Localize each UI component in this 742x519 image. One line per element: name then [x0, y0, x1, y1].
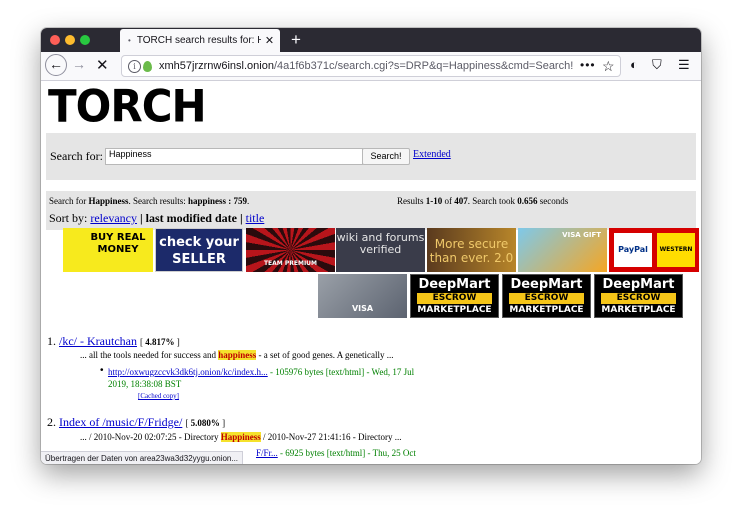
browser-window: • TORCH search results for: Happ ✕ + ← →… [41, 28, 701, 464]
window-maximize-button[interactable] [80, 35, 90, 45]
deepmart-escrow: ESCROW [509, 293, 584, 304]
sort-by: Sort by: relevancy | last modified date … [49, 211, 265, 225]
status-bar: Übertragen der Daten von area23wa3d32yyg… [41, 451, 244, 464]
ad-deepmart-2[interactable]: DeepMart ESCROW MARKETPLACE [502, 274, 591, 318]
result-date-1: 2019, 18:38:08 BST [108, 379, 182, 389]
western-union-logo: WESTERN UNION [657, 233, 695, 267]
tab-active[interactable]: • TORCH search results for: Happ ✕ [120, 29, 280, 52]
search-button[interactable]: Search! [362, 148, 410, 165]
result-title-2: 2. Index of /music/F/Fridge/ [ 5.080% ] [47, 415, 226, 429]
sort-title-link[interactable]: title [246, 211, 265, 225]
ad-team-premium[interactable]: TEAM PREMIUM [246, 228, 335, 272]
ad-check-seller[interactable]: check your SELLER [155, 228, 243, 272]
page-content: TORCH Search for: Happiness Search! Exte… [41, 81, 701, 464]
forward-button[interactable]: → [72, 56, 86, 72]
page-actions-icon[interactable]: ••• [580, 58, 596, 72]
deepmart-escrow: ESCROW [601, 293, 676, 304]
cached-copy-link[interactable]: [Cached copy] [138, 392, 179, 400]
tab-favicon-icon: • [128, 36, 131, 45]
result-url-2: F/Fr... - 6925 bytes [text/html] - Thu, … [256, 448, 416, 458]
shield-icon[interactable]: ⛉ [652, 57, 662, 73]
onion-icon [143, 61, 152, 72]
url-text[interactable]: xmh57jrzrnw6insl.onion/4a1f6b371c/search… [159, 60, 573, 72]
tab-close-icon[interactable]: ✕ [265, 34, 274, 47]
url-path: /4a1f6b371c/search.cgi?s=DRP&q=Happiness… [273, 60, 574, 72]
deepmart-marketplace: MARKETPLACE [417, 305, 492, 315]
result-link-1[interactable]: /kc/ - Krautchan [59, 334, 137, 348]
tor-onion-icon[interactable]: ◐ [630, 57, 638, 72]
result-snippet-1: ... all the tools needed for success and… [80, 350, 394, 360]
ad-deepmart-3[interactable]: DeepMart ESCROW MARKETPLACE [594, 274, 683, 318]
deepmart-title: DeepMart [602, 277, 675, 292]
back-button[interactable]: ← [45, 54, 67, 76]
result-link-2[interactable]: Index of /music/F/Fridge/ [59, 415, 182, 429]
nav-toolbar: ← → ✕ i xmh57jrzrnw6insl.onion/4a1f6b371… [41, 52, 701, 81]
stop-button[interactable]: ✕ [96, 56, 109, 74]
deepmart-marketplace: MARKETPLACE [509, 305, 584, 315]
results-range: Results 1-10 of 407. Search took 0.656 s… [397, 196, 569, 206]
window-minimize-button[interactable] [65, 35, 75, 45]
result-url-1: http://oxwugzccvk3dk6tj.onion/kc/index.h… [108, 367, 415, 377]
new-tab-button[interactable]: + [291, 30, 301, 50]
ad-paypal-wu[interactable]: PayPal WESTERN UNION [609, 228, 699, 272]
extended-search-link[interactable]: Extended [413, 149, 451, 160]
sort-relevancy-link[interactable]: relevancy [90, 211, 137, 225]
ad-visa-gift[interactable]: VISA GIFT [518, 228, 607, 272]
deepmart-marketplace: MARKETPLACE [601, 305, 676, 315]
ad-visa-cards[interactable]: VISA [318, 274, 407, 318]
search-panel: Search for: Happiness Search! Extended [46, 133, 696, 180]
deepmart-title: DeepMart [418, 277, 491, 292]
info-icon[interactable]: i [128, 60, 141, 73]
deepmart-title: DeepMart [510, 277, 583, 292]
bullet-icon: • [100, 365, 104, 376]
ad-more-secure[interactable]: More secure than ever. 2.0 [427, 228, 516, 272]
sort-last-modified: last modified date [145, 211, 237, 225]
url-bar[interactable]: i xmh57jrzrnw6insl.onion/4a1f6b371c/sear… [121, 55, 621, 77]
result-snippet-2: ... / 2010-Nov-20 02:07:25 - Directory H… [80, 432, 402, 442]
ad-deepmart-1[interactable]: DeepMart ESCROW MARKETPLACE [410, 274, 499, 318]
result-url-link-1[interactable]: http://oxwugzccvk3dk6tj.onion/kc/index.h… [108, 367, 268, 377]
search-summary: Search for Happiness. Search results: ha… [49, 196, 250, 206]
result-title-1: 1. /kc/ - Krautchan [ 4.817% ] [47, 334, 180, 348]
paypal-logo: PayPal [614, 233, 652, 267]
menu-icon[interactable]: ☰ [678, 57, 690, 73]
torch-logo[interactable]: TORCH [48, 81, 207, 132]
tab-bar: • TORCH search results for: Happ ✕ + [41, 28, 701, 52]
ad-wiki-forums[interactable]: wiki and forums verified [336, 228, 425, 272]
deepmart-escrow: ESCROW [417, 293, 492, 304]
search-label: Search for: [50, 149, 103, 163]
tab-title: TORCH search results for: Happ [136, 35, 261, 46]
ad-buy-real-money[interactable]: BUY REAL MONEY [63, 228, 153, 272]
url-host: xmh57jrzrnw6insl.onion [159, 60, 274, 72]
results-summary-bar: Search for Happiness. Search results: ha… [46, 191, 696, 230]
window-close-button[interactable] [50, 35, 60, 45]
search-input[interactable]: Happiness [105, 148, 363, 165]
result-url-link-2[interactable]: F/Fr... [256, 448, 278, 458]
bookmark-star-icon[interactable]: ☆ [602, 58, 615, 75]
